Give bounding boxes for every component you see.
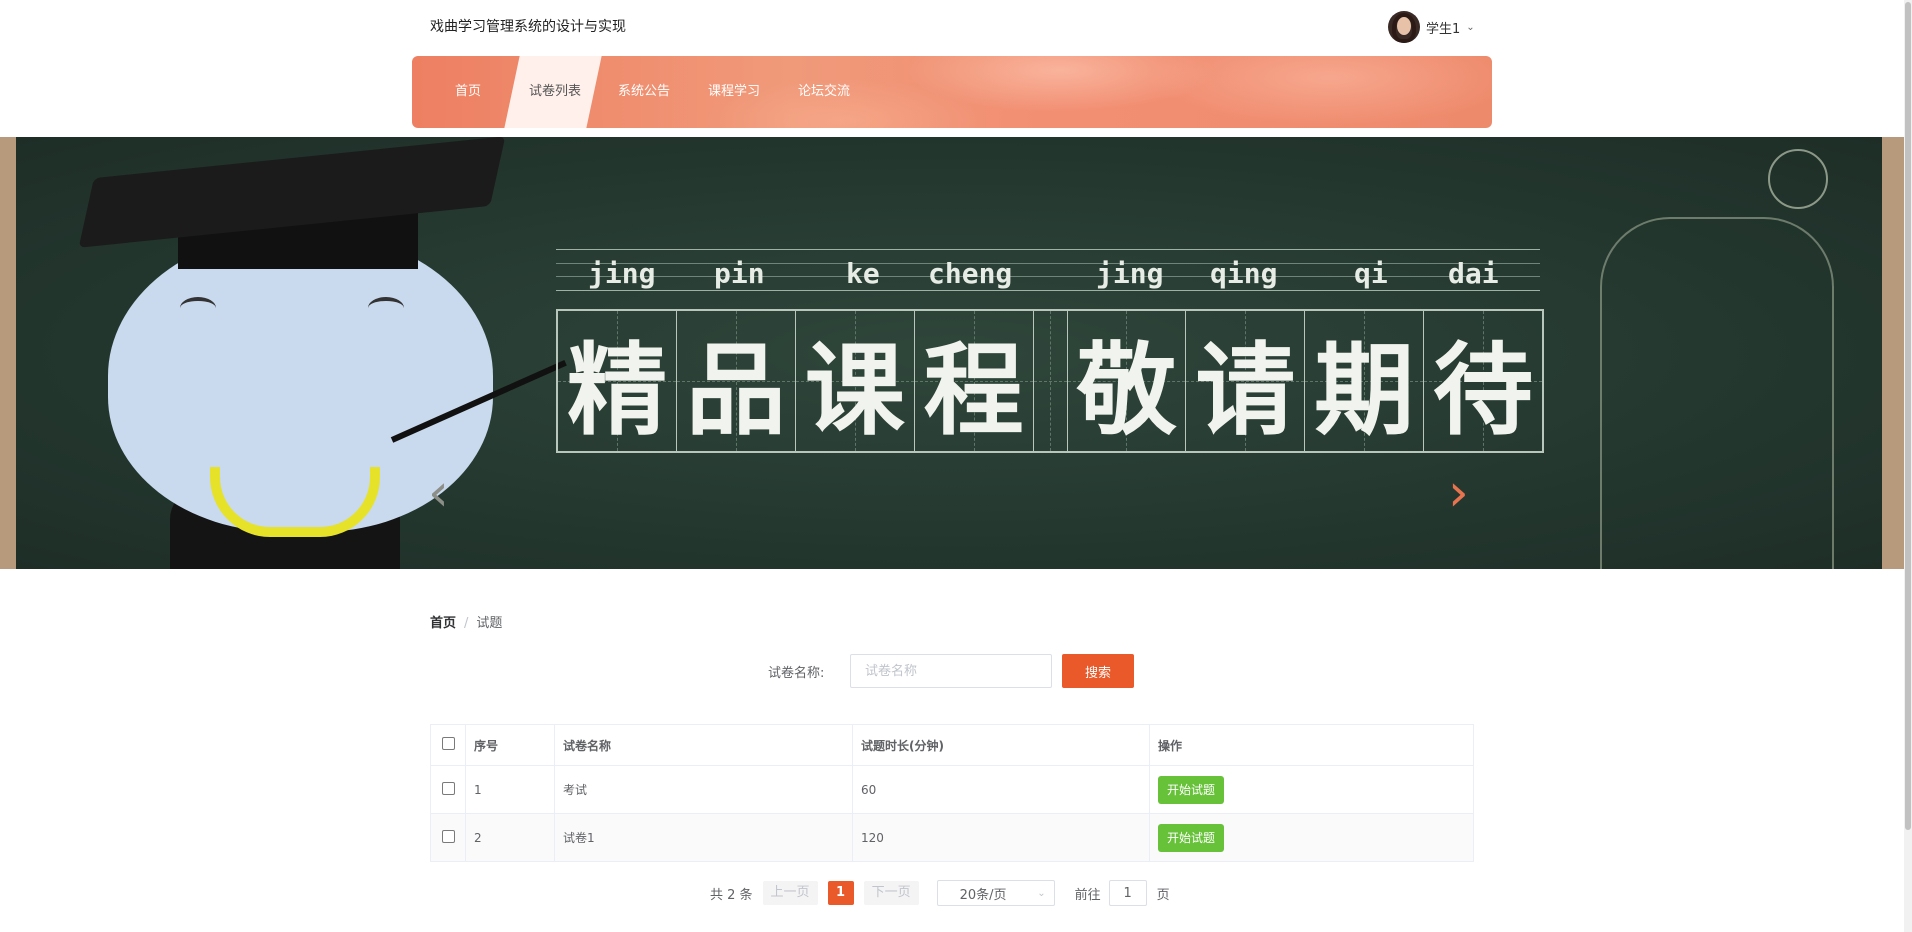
start-exam-button[interactable]: 开始试题 (1158, 775, 1225, 804)
cell-duration: 60 (852, 765, 1150, 814)
banner-char: 敬 (1076, 331, 1177, 449)
chevron-down-icon: ⌄ (1466, 21, 1475, 33)
next-page-button[interactable]: 下一页 (863, 881, 919, 905)
pinyin-3: ke (846, 257, 880, 290)
site-title: 戏曲学习管理系统的设计与实现 (430, 19, 626, 35)
prev-page-button[interactable]: 上一页 (762, 881, 818, 905)
search-input[interactable] (850, 654, 1052, 688)
breadcrumb-home[interactable]: 首页 (430, 616, 456, 631)
chevron-down-icon: ⌄ (1037, 887, 1046, 899)
pinyin-8: dai (1448, 257, 1499, 290)
user-menu[interactable]: 学生1 ⌄ (1388, 11, 1475, 43)
pagination-total: 共 2 条 (710, 887, 753, 903)
pagination: 共 2 条 上一页 1 下一页 20条/页 ⌄ 前往 页 (710, 880, 1170, 906)
nav-item-exam-list[interactable]: 试卷列表 (512, 56, 598, 128)
banner-char: 品 (685, 331, 786, 449)
row-checkbox[interactable] (441, 829, 455, 843)
exam-table: 序号 试卷名称 试题时长(分钟) 操作 1 考试 60 开始试题 2 试卷1 1… (430, 724, 1474, 862)
table-row: 1 考试 60 开始试题 (430, 765, 1474, 814)
user-name: 学生1 (1426, 21, 1461, 37)
cell-index: 2 (465, 813, 555, 862)
page-size-select[interactable]: 20条/页 ⌄ (936, 880, 1055, 906)
breadcrumb: 首页 / 试题 (430, 612, 502, 631)
banner-char: 课 (804, 331, 905, 449)
nav-item-forum[interactable]: 论坛交流 (784, 56, 864, 128)
banner-char: 程 (923, 331, 1024, 449)
pinyin-5: jing (1096, 257, 1164, 290)
pinyin-7: qi (1354, 257, 1388, 290)
pinyin-strip (556, 249, 1540, 291)
banner-carousel: jing pin ke cheng jing qing qi dai 精 品 课… (0, 137, 1904, 569)
nav-item-courses[interactable]: 课程学习 (694, 56, 774, 128)
cell-duration: 120 (852, 813, 1150, 862)
table-header-row: 序号 试卷名称 试题时长(分钟) 操作 (430, 724, 1474, 766)
start-exam-button[interactable]: 开始试题 (1158, 823, 1225, 852)
cell-index: 1 (465, 765, 555, 814)
column-header-name: 试卷名称 (554, 724, 853, 766)
chevron-right-icon[interactable]: › (1448, 467, 1469, 519)
goto-label: 前往 (1074, 887, 1101, 903)
cell-name: 考试 (554, 765, 853, 814)
search-label: 试卷名称: (768, 666, 825, 681)
banner-char: 精 (566, 331, 667, 449)
banner-char: 期 (1314, 331, 1415, 449)
breadcrumb-separator: / (464, 616, 469, 631)
page-size-value: 20条/页 (959, 887, 1007, 903)
avatar (1388, 11, 1420, 43)
banner-char: 请 (1195, 331, 1296, 449)
column-header-index: 序号 (465, 724, 555, 766)
cell-name: 试卷1 (554, 813, 853, 862)
pinyin-1: jing (588, 257, 656, 290)
vertical-scrollbar[interactable] (1904, 0, 1912, 932)
select-all-checkbox[interactable] (441, 737, 455, 750)
column-header-action: 操作 (1149, 724, 1474, 766)
select-all-cell (430, 724, 466, 766)
banner-char: 待 (1433, 331, 1534, 449)
goto-unit: 页 (1156, 887, 1170, 903)
search-button[interactable]: 搜索 (1062, 654, 1134, 688)
character-grid: 精 品 课 程 敬 请 期 待 (556, 309, 1544, 453)
sun-doodle (1768, 149, 1828, 209)
table-row: 2 试卷1 120 开始试题 (430, 813, 1474, 862)
goto-page-input[interactable] (1108, 880, 1147, 906)
chevron-left-icon[interactable]: ‹ (428, 467, 449, 519)
pinyin-2: pin (714, 257, 765, 290)
scrollbar-thumb[interactable] (1905, 2, 1911, 830)
pinyin-4: cheng (928, 257, 1013, 290)
row-checkbox[interactable] (441, 781, 455, 795)
main-nav: 首页 试卷列表 系统公告 课程学习 论坛交流 (412, 56, 1492, 128)
nav-item-home[interactable]: 首页 (438, 56, 498, 128)
breadcrumb-current: 试题 (476, 616, 503, 631)
column-header-duration: 试题时长(分钟) (852, 724, 1150, 766)
page-number[interactable]: 1 (827, 881, 854, 905)
pinyin-6: qing (1210, 257, 1278, 290)
nav-item-announcements[interactable]: 系统公告 (604, 56, 684, 128)
building-doodle (1600, 217, 1834, 569)
